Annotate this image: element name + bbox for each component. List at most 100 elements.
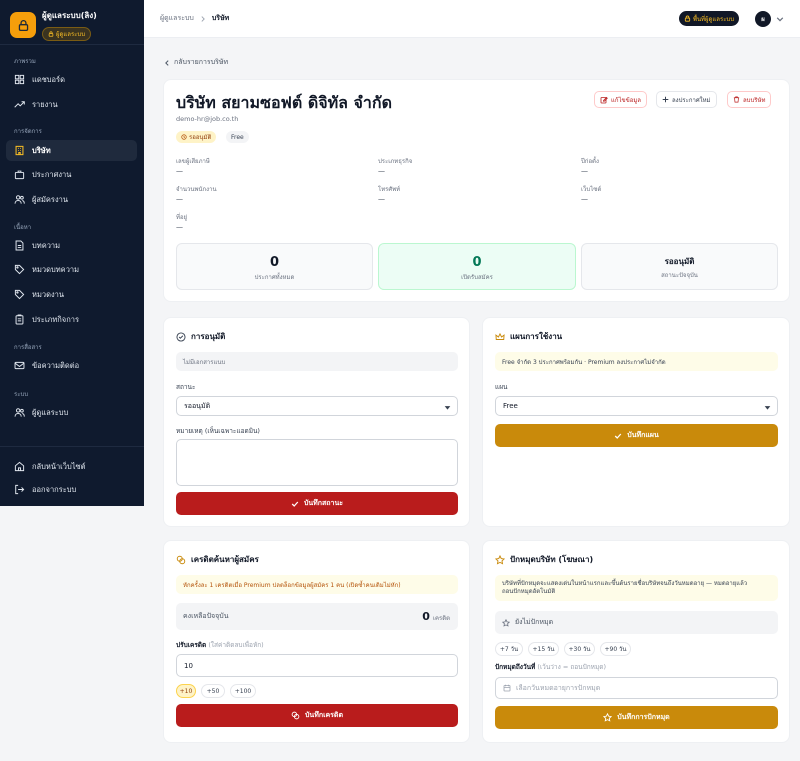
- company-card: บริษัท สยามซอฟต์ ดิจิทัล จำกัด demo-hr@j…: [163, 79, 790, 302]
- section-content: เนื้อหา: [14, 224, 32, 231]
- new-job-button[interactable]: ลงประกาศใหม่: [656, 91, 717, 108]
- adjust-hint: (ใส่ค่าติดลบเพื่อหัก): [208, 641, 264, 649]
- credits-notice: หักครั้งละ 1 เครดิตเมื่อ Premium ปลดล็อก…: [176, 575, 458, 594]
- admin-note-textarea[interactable]: [176, 439, 458, 486]
- sidebar-item-dashboard[interactable]: แดชบอร์ด: [6, 69, 137, 90]
- sidebar-item-contact-messages[interactable]: ข้อความติดต่อ: [6, 355, 137, 376]
- back-to-site-link[interactable]: กลับหน้าเว็บไซต์: [6, 456, 137, 477]
- sidebar-item-articles[interactable]: บทความ: [6, 235, 137, 256]
- status-select-value: รออนุมัติ: [184, 401, 211, 410]
- adjust-label-text: ปรับเครดิต: [176, 641, 207, 649]
- section-overview: ภาพรวม: [14, 58, 36, 65]
- phone-label: โทรศัพท์: [378, 186, 401, 193]
- users-icon: [14, 408, 25, 417]
- tag-icon: [14, 289, 25, 300]
- breadcrumb: ผู้ดูแลระบบ บริษัท: [160, 13, 229, 24]
- adjust-credit-label: ปรับเครดิต (ใส่ค่าติดลบเพื่อหัก): [176, 640, 264, 650]
- status-select[interactable]: รออนุมัติ: [176, 396, 458, 416]
- credit-amount-input[interactable]: 10: [176, 654, 458, 677]
- credit-chip-50[interactable]: +50: [201, 684, 225, 698]
- brand: ผู้ดูแลระบบ(ลิง) ผู้ดูแลระบบ: [10, 9, 97, 41]
- star-icon: [495, 554, 505, 565]
- credit-chip-10[interactable]: +10: [176, 684, 196, 698]
- balance-display: 0 เครดิต: [422, 610, 450, 623]
- breadcrumb-parent[interactable]: ผู้ดูแลระบบ: [160, 13, 194, 24]
- plan-select-value: Free: [503, 402, 518, 410]
- credit-chip-100[interactable]: +100: [230, 684, 256, 698]
- save-plan-button[interactable]: บันทึกแผน: [495, 424, 778, 447]
- edit-icon: [600, 96, 608, 103]
- pin-date-label-text: ปักหมุดถึงวันที่: [495, 663, 536, 671]
- sidebar-item-article-categories[interactable]: หมวดบทความ: [6, 259, 137, 280]
- sidebar-item-reports[interactable]: รายงาน: [6, 94, 137, 115]
- pin-notice-line1: บริษัทที่ปักหมุดจะแสดงเด่นในหน้าแรกและขึ…: [502, 579, 748, 587]
- sidebar-item-jobs[interactable]: ประกาศงาน: [6, 164, 137, 185]
- pin-chip-30[interactable]: +30 วัน: [564, 642, 595, 656]
- stat-label: เปิดรับสมัคร: [461, 274, 493, 281]
- chevron-down-icon[interactable]: [776, 15, 784, 23]
- credit-balance-row: คงเหลือปัจจุบัน 0 เครดิต: [176, 603, 458, 630]
- business-type-label: ประเภทธุรกิจ: [378, 158, 413, 165]
- credits-title-text: เครดิตค้นหาผู้สมัคร: [191, 555, 259, 564]
- sidebar-item-companies[interactable]: บริษัท: [6, 140, 137, 161]
- delete-button-label: ลบบริษัท: [743, 96, 766, 104]
- dashboard-icon: [14, 74, 25, 85]
- back-link-label: กลับรายการบริษัท: [174, 58, 229, 66]
- home-icon: [14, 461, 25, 472]
- stat-value: รออนุมัติ: [664, 257, 695, 266]
- credits-card: เครดิตค้นหาผู้สมัคร หักครั้งละ 1 เครดิตเ…: [163, 540, 470, 743]
- sidebar: ผู้ดูแลระบบ(ลิง) ผู้ดูแลระบบ ภาพรวม แดชบ…: [0, 0, 144, 506]
- edit-company-button[interactable]: แก้ไขข้อมูล: [594, 91, 647, 108]
- lock-icon: [684, 15, 691, 22]
- lock-icon: [48, 31, 54, 37]
- sidebar-item-label: ออกจากระบบ: [32, 484, 77, 494]
- tax-id-value: —: [176, 167, 183, 175]
- plan-badge: Free: [226, 131, 249, 143]
- sidebar-item-label: บริษัท: [32, 145, 51, 155]
- sidebar-item-label: ผู้สมัครงาน: [32, 194, 68, 204]
- pin-chip-7[interactable]: +7 วัน: [495, 642, 523, 656]
- sidebar-item-job-categories[interactable]: หมวดงาน: [6, 284, 137, 305]
- check-circle-icon: [176, 331, 186, 342]
- trash-icon: [733, 96, 740, 103]
- pin-chip-90[interactable]: +90 วัน: [600, 642, 631, 656]
- plan-title-text: แผนการใช้งาน: [510, 332, 563, 341]
- section-system: ระบบ: [14, 391, 29, 398]
- avatar[interactable]: ผ: [755, 11, 771, 27]
- save-credits-button[interactable]: บันทึกเครดิต: [176, 704, 458, 727]
- stat-value: 0: [269, 255, 280, 270]
- save-status-label: บันทึกสถานะ: [303, 499, 344, 507]
- save-status-button[interactable]: บันทึกสถานะ: [176, 492, 458, 515]
- stat-total-jobs: 0 ประกาศทั้งหมด: [176, 243, 373, 290]
- sidebar-item-business-types[interactable]: ประเภทกิจการ: [6, 309, 137, 330]
- top-bar: ผู้ดูแลระบบ บริษัท พื้นที่ผู้ดูแลระบบ ผ: [144, 0, 800, 38]
- sidebar-item-admins[interactable]: ผู้ดูแลระบบ: [6, 402, 137, 423]
- delete-company-button[interactable]: ลบบริษัท: [727, 91, 772, 108]
- building-icon: [15, 145, 24, 156]
- plan-select[interactable]: Free: [495, 396, 778, 416]
- pin-date-input[interactable]: เลือกวันหมดอายุการปักหมุด: [495, 677, 778, 699]
- logout-icon: [15, 484, 25, 495]
- back-to-companies-link[interactable]: กลับรายการบริษัท: [164, 57, 228, 68]
- save-pin-button[interactable]: บันทึกการปักหมุด: [495, 706, 778, 729]
- pin-state-text: ยังไม่ปักหมุด: [515, 618, 554, 626]
- pin-chip-15[interactable]: +15 วัน: [528, 642, 559, 656]
- approval-title: การอนุมัติ: [176, 330, 225, 343]
- pin-title: ปักหมุดบริษัท (โฆษณา): [495, 553, 593, 566]
- sidebar-item-label: ข้อความติดต่อ: [32, 360, 80, 370]
- users-icon: [14, 195, 25, 204]
- trend-icon: [14, 101, 25, 108]
- star-icon: [502, 618, 510, 627]
- sidebar-item-label: รายงาน: [32, 99, 58, 109]
- chevron-down-icon: [444, 406, 451, 410]
- logout-link[interactable]: ออกจากระบบ: [6, 479, 137, 500]
- sidebar-item-applicants[interactable]: ผู้สมัครงาน: [6, 189, 137, 210]
- stat-open-jobs: 0 เปิดรับสมัคร: [378, 243, 576, 290]
- sidebar-item-label: แดชบอร์ด: [32, 74, 65, 84]
- balance-unit: เครดิต: [432, 615, 450, 622]
- business-type-value: —: [378, 167, 385, 175]
- admin-area-pill[interactable]: พื้นที่ผู้ดูแลระบบ: [679, 11, 740, 26]
- stat-label: สถานะปัจจุบัน: [661, 272, 698, 279]
- address-value: —: [176, 223, 183, 231]
- status-label: สถานะ: [176, 383, 196, 391]
